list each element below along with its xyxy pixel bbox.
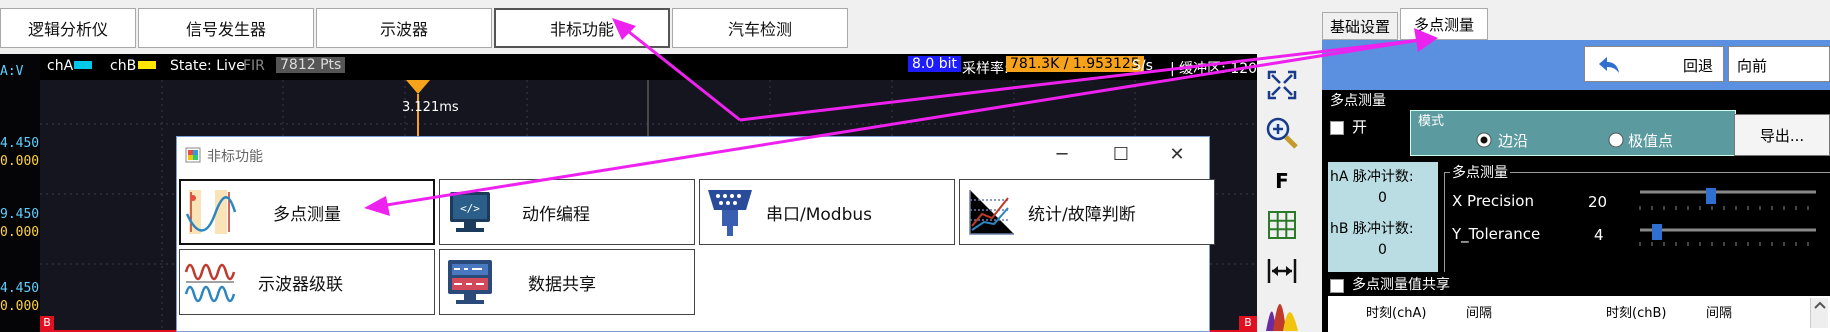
scope-cascade-button[interactable]: 示波器级联 xyxy=(179,249,435,315)
table-header: 间隔 xyxy=(1466,306,1493,321)
statistics-fault-label: 统计/故障判断 xyxy=(1028,204,1136,225)
statistics-fault-button[interactable]: 统计/故障判断 xyxy=(959,179,1215,245)
b-marker-left: B xyxy=(40,316,54,332)
data-share-label: 数据共享 xyxy=(528,274,596,295)
data-share-icon xyxy=(448,260,492,304)
right-settings-panel: 基础设置 多点测量 回退 向前 多点测量 开 模式 边沿 极值点 导出... h… xyxy=(1314,0,1830,332)
zoom-icon[interactable] xyxy=(1263,114,1301,152)
y-tolerance-value: 4 xyxy=(1594,226,1604,244)
fit-screen-icon[interactable] xyxy=(1263,66,1301,104)
x-precision-label: X Precision xyxy=(1452,192,1534,210)
bit-depth-badge: 8.0 bit xyxy=(908,56,961,72)
chb-pulse-count-label: hB 脉冲计数: xyxy=(1330,221,1414,237)
measure-width-icon[interactable] xyxy=(1263,252,1301,290)
serial-modbus-button[interactable]: 串口/Modbus xyxy=(699,179,955,245)
forward-button[interactable]: 向前 xyxy=(1728,46,1830,82)
x-precision-slider[interactable] xyxy=(1638,188,1818,210)
scope-status-bar: chA chB State: Live FIR 7812 Pts 8.0 bit… xyxy=(40,54,1257,80)
mode-edge-label: 边沿 xyxy=(1498,132,1529,150)
table-header: 时刻(chB) xyxy=(1606,306,1667,321)
y-label: 0.000 xyxy=(0,299,40,314)
tab-nonstandard-functions[interactable]: 非标功能 xyxy=(494,8,670,48)
mode-extremum-label: 极值点 xyxy=(1628,132,1674,150)
y-tolerance-label: Y_Tolerance xyxy=(1452,225,1541,243)
multipoint-measure-label: 多点测量 xyxy=(273,204,341,225)
y-label: 0.000 xyxy=(0,154,40,169)
tab-basic-settings[interactable]: 基础设置 xyxy=(1322,12,1398,40)
y-label: 0.000 xyxy=(0,225,40,240)
scope-cascade-label: 示波器级联 xyxy=(258,274,343,295)
data-share-button[interactable]: 数据共享 xyxy=(439,249,695,315)
export-button[interactable]: 导出... xyxy=(1734,114,1830,156)
tab-oscilloscope[interactable]: 示波器 xyxy=(316,8,492,48)
forward-label: 向前 xyxy=(1737,57,1768,75)
tab-automotive-test[interactable]: 汽车检测 xyxy=(672,8,848,48)
grid-icon[interactable] xyxy=(1263,206,1301,244)
sample-rate-value: 781.3K / 1.953125 xyxy=(1006,56,1144,72)
share-values-label: 多点测量值共享 xyxy=(1352,277,1450,293)
enable-checkbox[interactable] xyxy=(1330,118,1344,136)
svg-text:</>: </> xyxy=(460,202,480,215)
cha-pulse-count-value: 0 xyxy=(1378,190,1387,206)
fir-label: FIR xyxy=(243,58,265,74)
share-values-checkbox[interactable] xyxy=(1330,276,1344,294)
font-icon[interactable]: F xyxy=(1263,162,1301,200)
multipoint-measure-icon xyxy=(185,190,237,234)
nonstandard-functions-dialog: 非标功能 ─ ☐ ✕ 多点测量 </> 动作编程 串口/Modbus 统计/故障… xyxy=(176,136,1215,332)
back-label: 回退 xyxy=(1683,57,1714,75)
cha-color-swatch xyxy=(74,61,92,69)
points-badge: 7812 Pts xyxy=(276,57,346,73)
sample-rate-label: 采样率: xyxy=(962,61,1009,77)
group-title: 多点测量 xyxy=(1330,93,1386,109)
spectrum-icon[interactable] xyxy=(1263,294,1301,332)
maximize-icon[interactable]: ☐ xyxy=(1101,141,1141,167)
x-precision-value: 20 xyxy=(1588,193,1608,211)
y-axis-strip: A:V 4.450 0.000 9.450 0.000 4.450 0.000 xyxy=(0,54,40,332)
cha-label[interactable]: chA xyxy=(47,58,73,74)
mode-group xyxy=(1410,110,1736,156)
minimize-icon[interactable]: ─ xyxy=(1042,141,1082,167)
buffer-label: | 缓冲区: 120K xyxy=(1170,61,1257,77)
y-label: 4.450 xyxy=(0,281,40,296)
mode-extremum-radio[interactable] xyxy=(1608,132,1624,152)
tab-signal-generator[interactable]: 信号发生器 xyxy=(138,8,314,48)
tab-multipoint-measure[interactable]: 多点测量 xyxy=(1400,8,1488,40)
cha-pulse-count-label: hA 脉冲计数: xyxy=(1330,169,1414,185)
table-header: 时刻(chA) xyxy=(1366,306,1427,321)
mode-title: 模式 xyxy=(1418,114,1445,129)
sample-rate-unit: S/s xyxy=(1132,58,1153,74)
app-icon xyxy=(185,147,201,163)
precision-group-title: 多点测量 xyxy=(1450,162,1510,182)
scope-cascade-icon xyxy=(184,263,236,303)
table-header: 间隔 xyxy=(1706,306,1733,321)
action-programming-button[interactable]: </> 动作编程 xyxy=(439,179,695,245)
y-label: 4.450 xyxy=(0,136,40,151)
action-programming-label: 动作编程 xyxy=(522,204,590,225)
chb-color-swatch xyxy=(138,61,156,69)
tab-logic-analyzer[interactable]: 逻辑分析仪 xyxy=(0,8,136,48)
serial-modbus-label: 串口/Modbus xyxy=(766,204,873,225)
mode-edge-radio[interactable] xyxy=(1476,132,1492,152)
chb-pulse-count-value: 0 xyxy=(1378,242,1387,258)
enable-label: 开 xyxy=(1352,118,1368,136)
serial-connector-icon xyxy=(708,190,752,236)
precision-group xyxy=(1444,172,1830,272)
statistics-icon xyxy=(969,190,1014,235)
b-marker-right: B xyxy=(1239,316,1257,332)
back-button[interactable]: 回退 xyxy=(1584,46,1724,82)
action-programming-icon: </> xyxy=(450,192,490,232)
state-label: State: Live xyxy=(170,58,245,74)
y-unit-label: A:V xyxy=(0,64,24,79)
chb-label[interactable]: chB xyxy=(110,58,136,74)
y-tolerance-slider[interactable] xyxy=(1638,224,1818,250)
y-label: 9.450 xyxy=(0,207,40,222)
undo-arrow-icon xyxy=(1599,57,1619,73)
table-scrollbar[interactable] xyxy=(1810,298,1828,328)
multipoint-measure-button[interactable]: 多点测量 xyxy=(179,179,435,245)
dialog-title: 非标功能 xyxy=(207,149,263,165)
close-icon[interactable]: ✕ xyxy=(1157,141,1197,167)
scope-tool-strip: F xyxy=(1257,54,1307,332)
cursor-time-label: 3.121ms xyxy=(402,100,459,115)
